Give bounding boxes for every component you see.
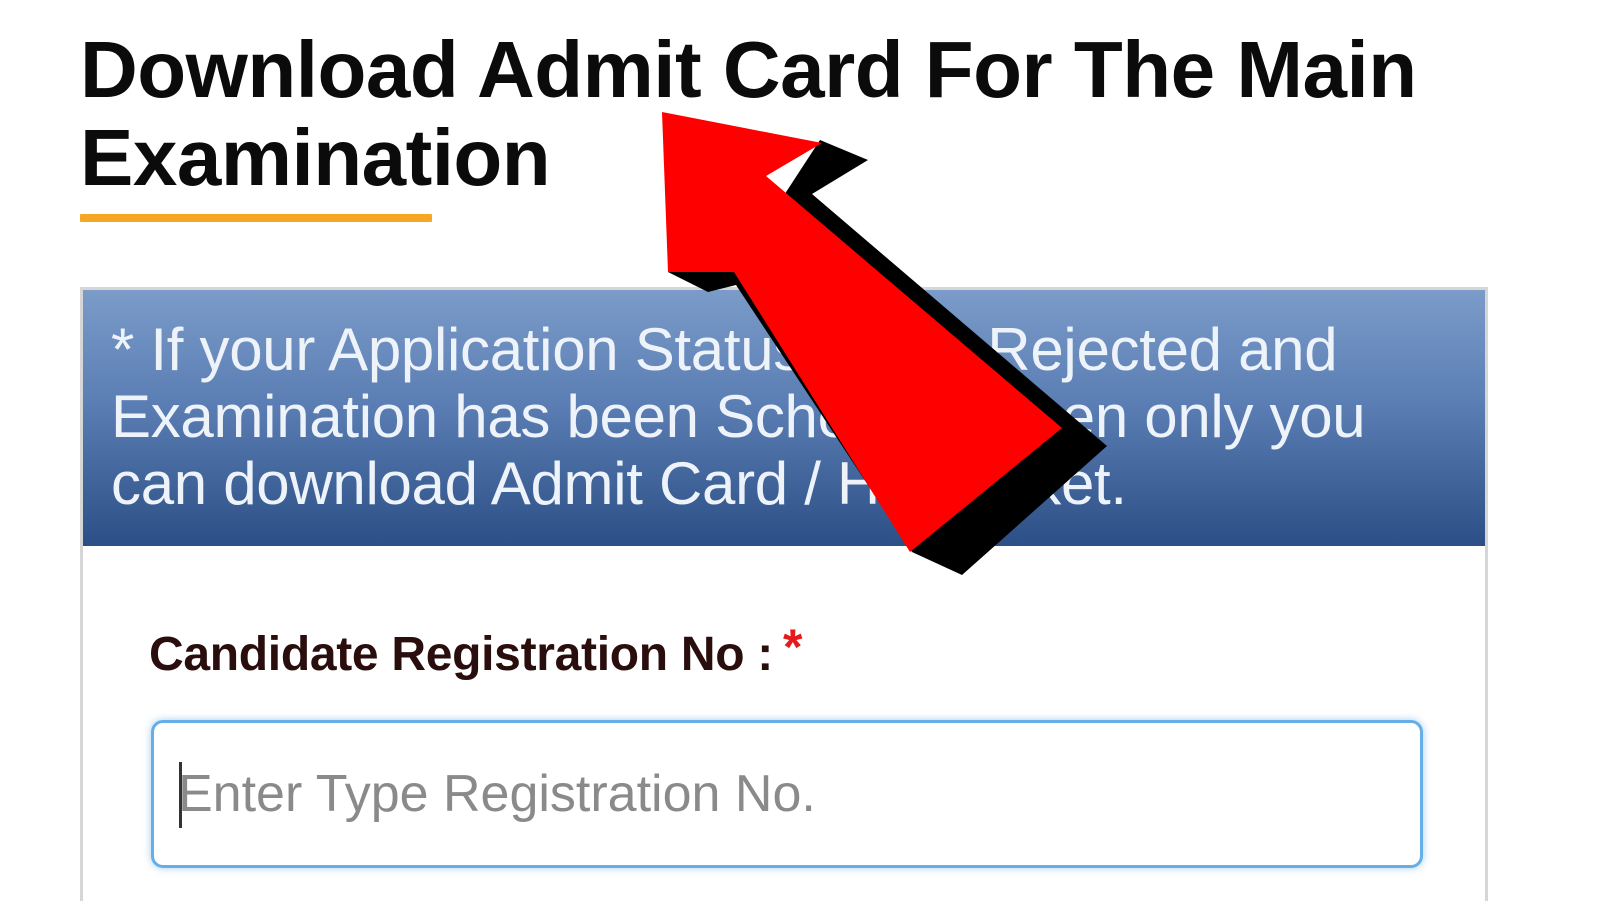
registration-no-label-text: Candidate Registration No : bbox=[149, 628, 773, 681]
page-title: Download Admit Card For The Main Examina… bbox=[80, 25, 1417, 202]
registration-no-input[interactable] bbox=[151, 720, 1423, 868]
notice-banner: * If your Application Status is Not Reje… bbox=[83, 290, 1485, 546]
admit-card-form-panel: * If your Application Status is Not Reje… bbox=[80, 287, 1488, 901]
admit-card-page: Download Admit Card For The Main Examina… bbox=[0, 0, 1600, 901]
notice-text: * If your Application Status is Not Reje… bbox=[111, 316, 1366, 517]
title-underline bbox=[80, 214, 432, 222]
registration-no-label: Candidate Registration No : * bbox=[149, 619, 802, 682]
required-marker: * bbox=[782, 619, 803, 675]
text-caret bbox=[179, 762, 182, 828]
